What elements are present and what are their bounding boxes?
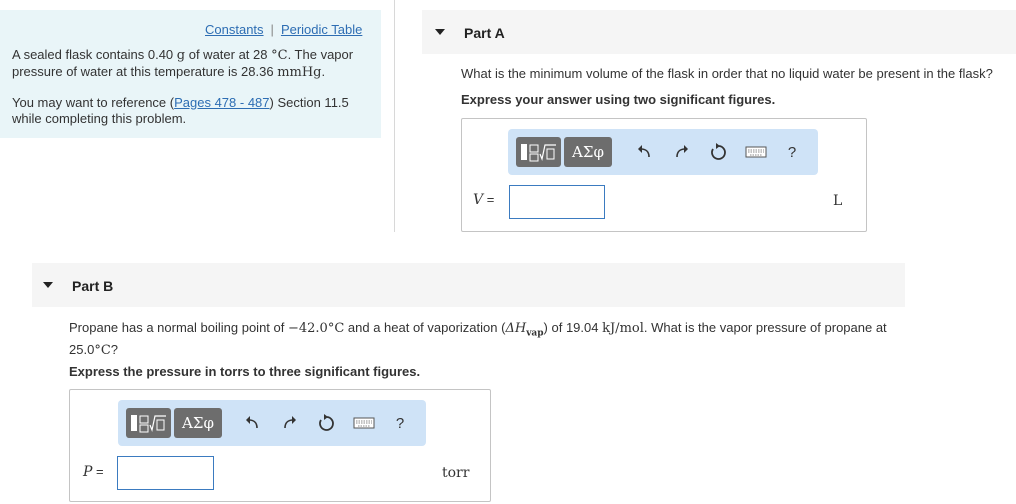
answer-input[interactable] (117, 456, 214, 490)
keyboard-icon[interactable] (744, 142, 768, 162)
collapse-caret-icon[interactable] (43, 282, 53, 288)
greek-symbols-button[interactable]: ΑΣφ (564, 137, 612, 167)
keyboard-icon[interactable] (352, 413, 376, 433)
templates-button[interactable] (516, 137, 561, 167)
part-b-question: Propane has a normal boiling point of −4… (69, 320, 887, 358)
help-icon[interactable]: ? (784, 142, 800, 162)
periodic-table-link[interactable]: Periodic Table (281, 22, 362, 37)
reset-icon[interactable] (316, 413, 336, 433)
undo-icon[interactable] (634, 142, 654, 162)
templates-icon (131, 415, 166, 433)
column-divider (394, 0, 395, 232)
answer-unit: L (833, 193, 843, 209)
link-separator: | (270, 22, 274, 37)
part-b-header[interactable]: Part B (32, 263, 905, 307)
answer-variable-label: P = (83, 464, 104, 480)
part-a-answer-box: ΑΣφ ? V = L (461, 118, 867, 232)
redo-icon[interactable] (672, 142, 692, 162)
templates-button[interactable] (126, 408, 171, 438)
collapse-caret-icon[interactable] (435, 29, 445, 35)
greek-symbols-icon: ΑΣφ (182, 414, 214, 432)
info-panel: Constants | Periodic Table A sealed flask … (0, 10, 381, 138)
undo-icon[interactable] (242, 413, 262, 433)
greek-symbols-icon: ΑΣφ (572, 143, 604, 161)
constants-link[interactable]: Constants (205, 22, 264, 37)
templates-icon (521, 144, 556, 162)
redo-icon[interactable] (280, 413, 300, 433)
reference-note: You may want to reference (Pages 478 - 4… (12, 95, 349, 126)
part-a-title: Part A (464, 25, 505, 41)
answer-variable-label: V = (473, 192, 495, 208)
answer-unit: torr (442, 465, 470, 481)
math-toolbar: ΑΣφ ? (118, 400, 426, 446)
part-b-title: Part B (72, 278, 114, 294)
part-a-question: What is the minimum volume of the flask … (461, 66, 993, 81)
answer-input[interactable] (509, 185, 605, 219)
part-b-answer-box: ΑΣφ ? P = torr (69, 389, 491, 502)
help-icon[interactable]: ? (392, 413, 408, 433)
resource-links: Constants | Periodic Table (205, 22, 362, 37)
problem-statement: A sealed flask contains 0.40 g of water … (12, 47, 354, 80)
part-a-instruction: Express your answer using two significan… (461, 92, 776, 107)
reset-icon[interactable] (708, 142, 728, 162)
greek-symbols-button[interactable]: ΑΣφ (174, 408, 222, 438)
part-a-header[interactable]: Part A (422, 10, 1016, 54)
pages-reference-link[interactable]: Pages 478 - 487 (174, 95, 269, 110)
math-toolbar: ΑΣφ ? (508, 129, 818, 175)
part-b-instruction: Express the pressure in torrs to three s… (69, 364, 421, 379)
